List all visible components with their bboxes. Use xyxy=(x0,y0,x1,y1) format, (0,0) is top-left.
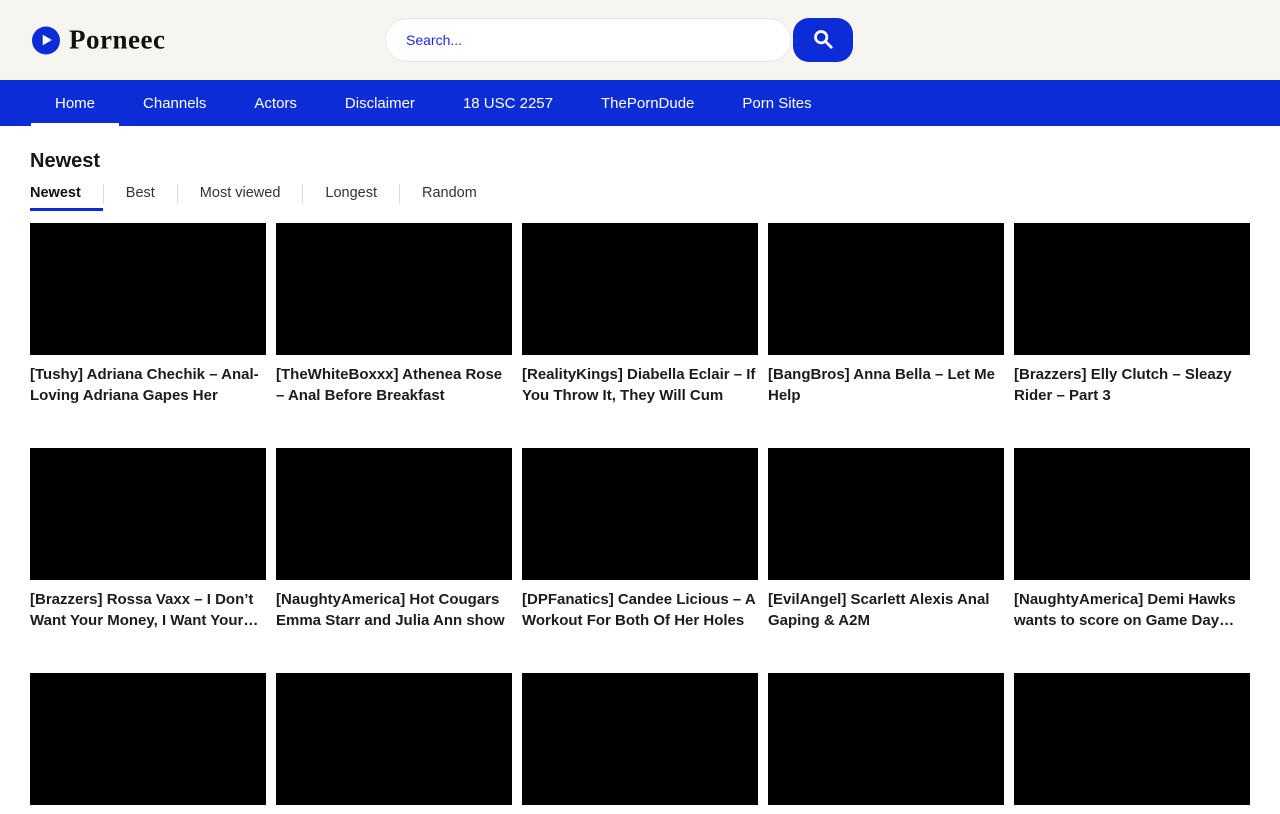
main-content: Newest Newest Best Most viewed Longest R… xyxy=(0,150,1280,814)
video-card xyxy=(768,673,1004,814)
video-card xyxy=(276,673,512,814)
video-title[interactable]: [Tushy] Adriana Chechik – Anal-Loving Ad… xyxy=(30,364,266,406)
video-card: [Tushy] Adriana Chechik – Anal-Loving Ad… xyxy=(30,223,266,406)
search-bar xyxy=(385,18,853,62)
video-thumbnail[interactable] xyxy=(1014,448,1250,580)
site-logo[interactable]: Porneec xyxy=(32,25,165,56)
main-nav: Home Channels Actors Disclaimer 18 USC 2… xyxy=(0,80,1280,126)
video-card xyxy=(522,673,758,814)
video-title[interactable]: [NaughtyAmerica] Hot Cougars Emma Starr … xyxy=(276,589,512,631)
tab-longest[interactable]: Longest xyxy=(303,183,399,211)
sort-tabs: Newest Best Most viewed Longest Random xyxy=(30,183,1250,211)
video-title[interactable]: [BangBros] Anna Bella – Let Me Help xyxy=(768,364,1004,406)
video-title[interactable]: [RealityKings] Diabella Eclair – If You … xyxy=(522,364,758,406)
tab-most-viewed[interactable]: Most viewed xyxy=(178,183,303,211)
site-header: Porneec xyxy=(0,0,1280,80)
search-button[interactable] xyxy=(793,18,853,62)
nav-item-home[interactable]: Home xyxy=(31,80,119,126)
video-thumbnail[interactable] xyxy=(522,448,758,580)
search-icon xyxy=(812,28,834,53)
nav-item-actors[interactable]: Actors xyxy=(230,80,321,126)
video-title[interactable]: [TheWhiteBoxxx] Athenea Rose – Anal Befo… xyxy=(276,364,512,406)
video-thumbnail[interactable] xyxy=(30,223,266,355)
video-card: [RealityKings] Diabella Eclair – If You … xyxy=(522,223,758,406)
nav-item-disclaimer[interactable]: Disclaimer xyxy=(321,80,439,126)
video-thumbnail[interactable] xyxy=(768,448,1004,580)
nav-item-porn-sites[interactable]: Porn Sites xyxy=(718,80,835,126)
video-title[interactable]: [NaughtyAmerica] Demi Hawks wants to sco… xyxy=(1014,589,1250,631)
nav-item-theporndude[interactable]: ThePornDude xyxy=(577,80,718,126)
video-card: [Brazzers] Elly Clutch – Sleazy Rider – … xyxy=(1014,223,1250,406)
play-icon xyxy=(32,26,60,54)
tab-newest[interactable]: Newest xyxy=(30,183,103,211)
video-thumbnail[interactable] xyxy=(30,448,266,580)
video-card: [TheWhiteBoxxx] Athenea Rose – Anal Befo… xyxy=(276,223,512,406)
video-thumbnail[interactable] xyxy=(276,223,512,355)
video-title[interactable]: [Brazzers] Rossa Vaxx – I Don’t Want You… xyxy=(30,589,266,631)
video-title[interactable]: [Brazzers] Elly Clutch – Sleazy Rider – … xyxy=(1014,364,1250,406)
video-card xyxy=(1014,673,1250,814)
video-card: [NaughtyAmerica] Demi Hawks wants to sco… xyxy=(1014,448,1250,631)
video-card: [Brazzers] Rossa Vaxx – I Don’t Want You… xyxy=(30,448,266,631)
video-title[interactable]: [DPFanatics] Candee Licious – A Workout … xyxy=(522,589,758,631)
video-thumbnail[interactable] xyxy=(276,448,512,580)
video-card: [EvilAngel] Scarlett Alexis Anal Gaping … xyxy=(768,448,1004,631)
search-input[interactable] xyxy=(385,18,791,62)
site-name: Porneec xyxy=(69,25,165,56)
video-grid: [Tushy] Adriana Chechik – Anal-Loving Ad… xyxy=(30,223,1250,814)
video-thumbnail[interactable] xyxy=(522,223,758,355)
video-card: [DPFanatics] Candee Licious – A Workout … xyxy=(522,448,758,631)
nav-item-18-usc-2257[interactable]: 18 USC 2257 xyxy=(439,80,577,126)
video-thumbnail[interactable] xyxy=(768,223,1004,355)
video-thumbnail[interactable] xyxy=(768,673,1004,805)
video-title[interactable]: [EvilAngel] Scarlett Alexis Anal Gaping … xyxy=(768,589,1004,631)
video-card: [NaughtyAmerica] Hot Cougars Emma Starr … xyxy=(276,448,512,631)
video-thumbnail[interactable] xyxy=(1014,673,1250,805)
video-thumbnail[interactable] xyxy=(30,673,266,805)
page-title: Newest xyxy=(30,150,1250,173)
video-card xyxy=(30,673,266,814)
video-thumbnail[interactable] xyxy=(276,673,512,805)
video-thumbnail[interactable] xyxy=(522,673,758,805)
tab-random[interactable]: Random xyxy=(400,183,499,211)
tab-best[interactable]: Best xyxy=(104,183,177,211)
video-thumbnail[interactable] xyxy=(1014,223,1250,355)
video-card: [BangBros] Anna Bella – Let Me Help xyxy=(768,223,1004,406)
nav-item-channels[interactable]: Channels xyxy=(119,80,230,126)
